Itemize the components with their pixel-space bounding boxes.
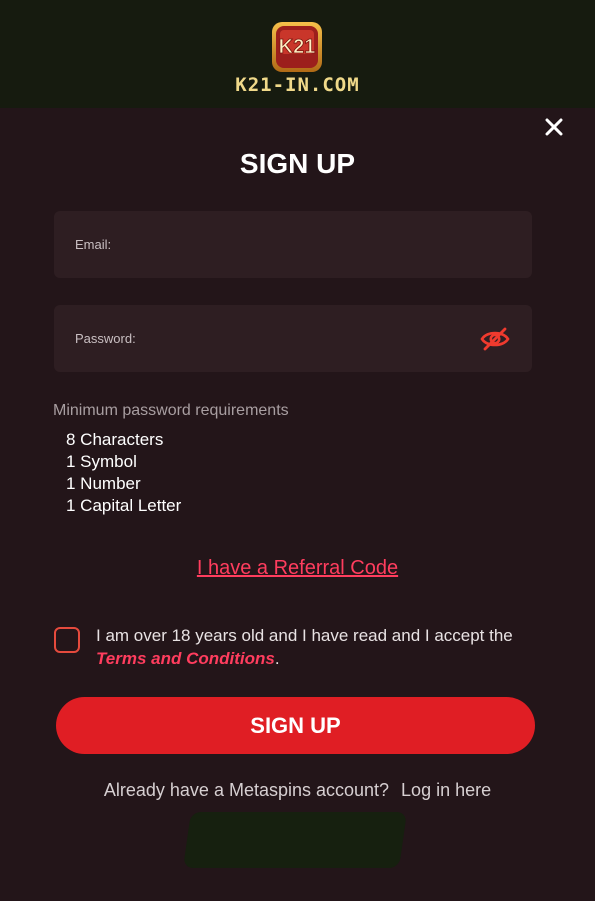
terms-link[interactable]: Terms and Conditions — [96, 649, 275, 668]
close-icon[interactable] — [540, 113, 568, 141]
referral-code-link[interactable]: I have a Referral Code — [197, 557, 398, 579]
terms-checkbox[interactable] — [54, 627, 80, 653]
requirement-item: 8 Characters — [66, 430, 164, 449]
decorative-block — [183, 812, 407, 868]
email-label: Email: — [75, 237, 112, 252]
email-field[interactable]: Email: — [54, 211, 532, 278]
requirement-item: 1 Capital Letter — [66, 496, 182, 515]
consent-text-after: . — [274, 649, 280, 668]
consent-text-before: I am over 18 years old and I have read a… — [96, 626, 513, 645]
password-requirements-list: 8 Characters 1 Symbol 1 Number 1 Capital… — [66, 429, 181, 517]
requirement-item: 1 Symbol — [66, 452, 137, 471]
password-label: Password: — [75, 331, 136, 346]
consent-text: I am over 18 years old and I have read a… — [96, 624, 546, 670]
requirement-item: 1 Number — [66, 474, 141, 493]
eye-off-icon[interactable] — [480, 326, 510, 352]
login-prompt: Already have a Metaspins account? Log in … — [0, 780, 595, 801]
password-requirements-title: Minimum password requirements — [53, 402, 289, 419]
header-bar: K21 K21-IN.COM — [0, 0, 595, 108]
login-prompt-text: Already have a Metaspins account? — [103, 780, 390, 800]
modal-title: SIGN UP — [239, 148, 356, 179]
logo-text: K21 — [279, 36, 316, 58]
k21-logo: K21 — [272, 22, 322, 72]
site-name: K21-IN.COM — [235, 74, 360, 96]
password-field[interactable]: Password: — [54, 305, 532, 372]
referral-row: I have a Referral Code — [0, 557, 595, 580]
login-link[interactable]: Log in here — [401, 780, 491, 800]
signup-button[interactable]: SIGN UP — [56, 697, 535, 754]
